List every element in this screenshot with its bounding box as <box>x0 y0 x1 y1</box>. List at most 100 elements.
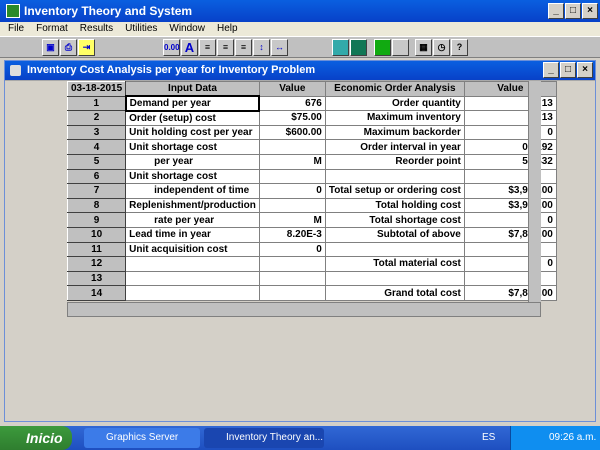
column-width-icon[interactable]: ↔ <box>271 39 288 56</box>
clock: 09:26 a.m. <box>549 432 597 443</box>
input-value[interactable]: 676 <box>258 95 326 112</box>
result-label <box>324 241 465 258</box>
align-right-icon[interactable]: ≡ <box>235 39 252 56</box>
right-panel <box>528 81 541 317</box>
row-number: 4 <box>66 139 127 155</box>
menu-help[interactable]: Help <box>217 22 238 36</box>
row-number: 1 <box>66 95 127 112</box>
input-value[interactable]: $600.00 <box>258 124 326 141</box>
graph-icon[interactable] <box>350 39 367 56</box>
table-row: 4 Unit shortage cost Order interval in yea… <box>66 139 557 155</box>
menu-bar: File Format Results Utilities Window Hel… <box>0 22 600 36</box>
save-icon[interactable]: ▣ <box>42 39 59 56</box>
table-row: 11 Unit acquisition cost 0 <box>66 241 557 258</box>
maximize-button[interactable]: □ <box>565 3 581 19</box>
row-number: 7 <box>66 183 127 199</box>
table-row: 1 Demand per year 676 Order quantity 13 <box>66 95 557 112</box>
input-label: Unit acquisition cost <box>125 241 260 258</box>
result-label <box>324 168 465 185</box>
task-inventory[interactable]: Inventory Theory an... <box>204 428 324 448</box>
result-label: Total shortage cost <box>324 212 465 228</box>
input-label: Unit shortage cost <box>125 139 260 155</box>
table-row: 5per yearMReorder point5.5432 <box>66 153 557 170</box>
font-button[interactable]: A <box>181 39 198 56</box>
row-number: 14 <box>66 285 127 301</box>
result-label: Total material cost <box>324 256 465 272</box>
decimal-button[interactable]: 0.00 <box>163 39 180 56</box>
input-label <box>125 270 260 287</box>
window-icon <box>10 65 21 76</box>
align-center-icon[interactable]: ≡ <box>217 39 234 56</box>
close-button[interactable]: × <box>582 3 598 19</box>
result-label: Order quantity <box>324 95 465 112</box>
results-table: 03-18-2015 Input Data Value Economic Ord… <box>66 81 557 301</box>
menu-results[interactable]: Results <box>80 22 113 36</box>
clock-icon[interactable]: ◷ <box>433 39 450 56</box>
table-row: 7 independent of time 0 Total setup or orde… <box>66 183 557 199</box>
input-value[interactable]: 0 <box>258 241 326 258</box>
result-label: Order interval in year <box>324 139 465 155</box>
taskbar: Inicio Graphics Server Inventory Theory … <box>0 426 600 450</box>
minimize-button[interactable]: _ <box>548 3 564 19</box>
input-value[interactable]: M <box>258 212 326 228</box>
table-row: 2 Order (setup) cost $75.00 Maximum invento… <box>66 110 557 126</box>
result-value <box>463 270 557 287</box>
child-close-button[interactable]: × <box>577 62 593 78</box>
result-value: 5.5432 <box>463 153 557 170</box>
result-value: 0 <box>463 212 557 228</box>
child-minimize-button[interactable]: _ <box>543 62 559 78</box>
col-header: Value <box>463 81 557 97</box>
table-row: 12 Total material cost 0 <box>66 256 557 272</box>
result-label: Maximum inventory <box>324 110 465 126</box>
grid-chart-icon[interactable] <box>374 39 391 56</box>
input-value[interactable]: 8.20E-3 <box>258 226 326 243</box>
col-header: Input Data <box>125 81 260 97</box>
help-icon[interactable]: ? <box>451 39 468 56</box>
row-number: 5 <box>66 153 127 170</box>
input-label: independent of time <box>125 183 260 199</box>
result-value: 13 <box>463 110 557 126</box>
print-icon[interactable]: ⎙ <box>60 39 77 56</box>
table-row: 14 Grand total cost$7,800.00 <box>66 285 557 301</box>
table-row: 6 Unit shortage cost <box>66 168 557 185</box>
input-value[interactable] <box>258 285 326 301</box>
calculator-icon[interactable]: ▦ <box>415 39 432 56</box>
input-value[interactable]: $75.00 <box>258 110 326 126</box>
child-maximize-button[interactable]: □ <box>560 62 576 78</box>
result-label: Reorder point <box>324 153 465 170</box>
app-title: Inventory Theory and System <box>24 4 193 18</box>
bar-chart-icon[interactable] <box>392 39 409 56</box>
align-left-icon[interactable]: ≡ <box>199 39 216 56</box>
task-graphics-server[interactable]: Graphics Server <box>84 428 200 448</box>
input-value[interactable] <box>258 270 326 287</box>
exit-icon[interactable]: ⇥ <box>78 39 95 56</box>
input-value[interactable] <box>258 256 326 272</box>
row-number: 13 <box>66 270 127 287</box>
result-value: 13 <box>463 95 557 112</box>
start-button[interactable]: Inicio <box>0 426 72 450</box>
result-label: Total setup or ordering cost <box>324 183 465 199</box>
input-value[interactable]: M <box>258 153 326 170</box>
input-label <box>125 256 260 272</box>
input-value[interactable] <box>258 139 326 155</box>
line-chart-icon[interactable] <box>332 39 349 56</box>
input-label: Replenishment/production <box>125 197 260 214</box>
input-value[interactable] <box>258 197 326 214</box>
input-label: rate per year <box>125 212 260 228</box>
result-label: Maximum backorder <box>324 124 465 141</box>
input-value[interactable] <box>258 168 326 185</box>
menu-utilities[interactable]: Utilities <box>125 22 157 36</box>
table-row: 3 Unit holding cost per year $600.00 Maximu… <box>66 124 557 141</box>
input-value[interactable]: 0 <box>258 183 326 199</box>
row-height-icon[interactable]: ↕ <box>253 39 270 56</box>
menu-file[interactable]: File <box>8 22 24 36</box>
col-header: Economic Order Analysis <box>324 81 465 97</box>
result-value: $3,900.00 <box>463 183 557 199</box>
input-label: Order (setup) cost <box>125 110 260 126</box>
menu-format[interactable]: Format <box>36 22 68 36</box>
input-label: Unit shortage cost <box>125 168 260 185</box>
app-title-bar: Inventory Theory and System _ □ × <box>0 0 600 22</box>
menu-window[interactable]: Window <box>169 22 205 36</box>
language-indicator[interactable]: ES <box>482 432 495 443</box>
toolbar: ▣ ⎙ ⇥ 0.00 A ≡ ≡ ≡ ↕ ↔ ▦ ◷ ? <box>0 36 600 58</box>
